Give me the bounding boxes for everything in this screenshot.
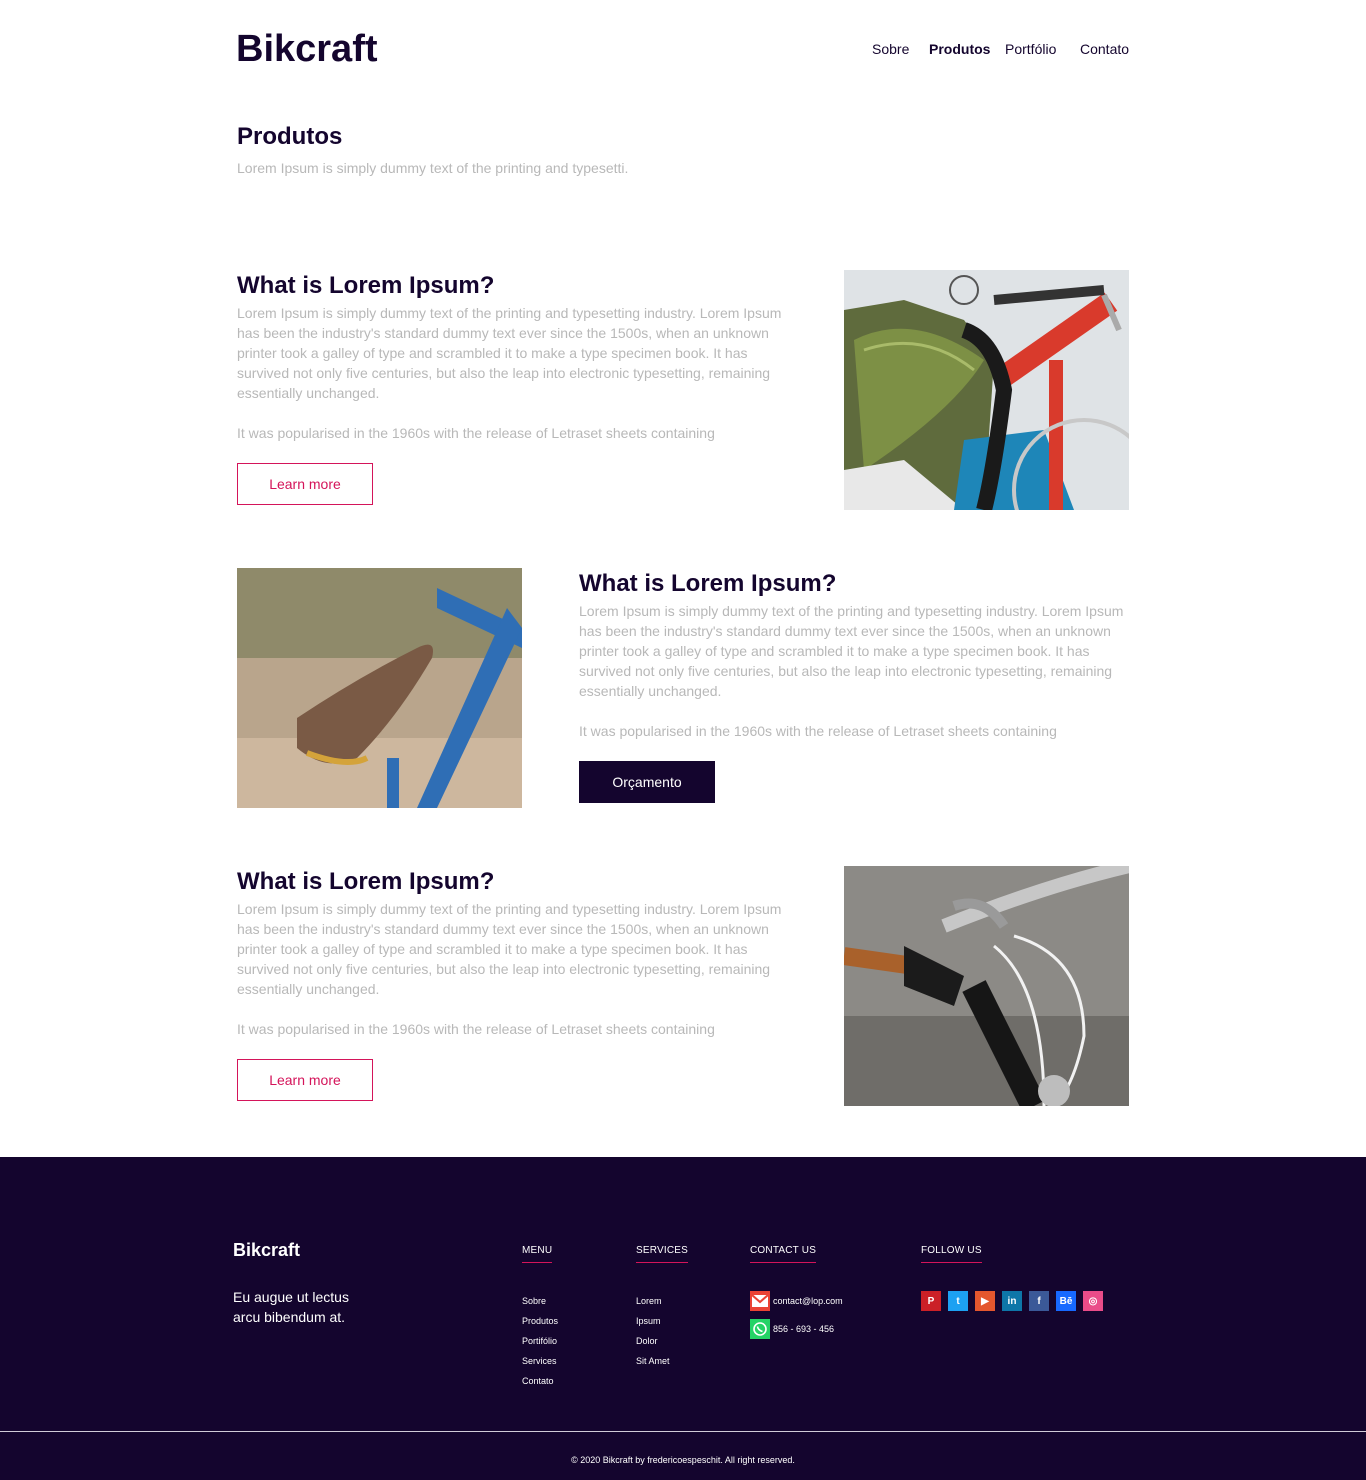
footer-divider bbox=[0, 1431, 1366, 1432]
product-description: Lorem Ipsum is simply dummy text of the … bbox=[579, 603, 1124, 699]
nav-link-contato[interactable]: Contato bbox=[1080, 41, 1129, 57]
product-image-bike-handlebar-mural bbox=[844, 270, 1129, 510]
footer-menu-link[interactable]: Produtos bbox=[522, 1311, 558, 1331]
footer-menu: MENU Sobre Produtos Portifólio Services … bbox=[522, 1240, 558, 1391]
footer-service-link[interactable]: Lorem bbox=[636, 1291, 688, 1311]
product-text-1: What is Lorem Ipsum? Lorem Ipsum is simp… bbox=[237, 271, 797, 505]
footer-service-link[interactable]: Sit Amet bbox=[636, 1351, 688, 1371]
footer-services: SERVICES Lorem Ipsum Dolor Sit Amet bbox=[636, 1240, 688, 1371]
dribbble-icon[interactable]: ◎ bbox=[1083, 1291, 1103, 1311]
linkedin-icon[interactable]: in bbox=[1002, 1291, 1022, 1311]
footer-logo[interactable]: Bikcraft bbox=[233, 1240, 300, 1261]
footer-service-link[interactable]: Ipsum bbox=[636, 1311, 688, 1331]
product-description-extra: It was popularised in the 1960s with the… bbox=[579, 723, 1057, 739]
learn-more-button[interactable]: Learn more bbox=[237, 1059, 373, 1101]
footer-services-heading: SERVICES bbox=[636, 1245, 688, 1263]
copyright: © 2020 Bikcraft by fredericoespeschit. A… bbox=[571, 1455, 795, 1465]
page-subtitle: Lorem Ipsum is simply dummy text of the … bbox=[237, 160, 629, 176]
footer-description: Eu augue ut lectus arcu bibendum at. bbox=[233, 1289, 349, 1325]
product-description-extra: It was popularised in the 1960s with the… bbox=[237, 1021, 715, 1037]
footer-contact-heading: CONTACT US bbox=[750, 1245, 817, 1263]
pinterest-icon[interactable]: P bbox=[921, 1291, 941, 1311]
product-text-3: What is Lorem Ipsum? Lorem Ipsum is simp… bbox=[237, 867, 797, 1101]
site-header: Bikcraft Sobre Produtos Portfólio Contat… bbox=[0, 0, 1366, 100]
quote-button[interactable]: Orçamento bbox=[579, 761, 715, 803]
footer-menu-link[interactable]: Contato bbox=[522, 1371, 558, 1391]
product-text-2: What is Lorem Ipsum? Lorem Ipsum is simp… bbox=[579, 569, 1139, 803]
product-title: What is Lorem Ipsum? bbox=[237, 272, 495, 299]
nav-link-sobre[interactable]: Sobre bbox=[872, 41, 909, 57]
facebook-icon[interactable]: f bbox=[1029, 1291, 1049, 1311]
product-title: What is Lorem Ipsum? bbox=[579, 570, 837, 597]
footer-social: FOLLOW US P t ▶ in f Bē ◎ bbox=[921, 1240, 1110, 1311]
footer-menu-link[interactable]: Services bbox=[522, 1351, 558, 1371]
product-title: What is Lorem Ipsum? bbox=[237, 868, 495, 895]
contact-phone[interactable]: 856 - 693 - 456 bbox=[750, 1319, 843, 1339]
contact-email-text: contact@lop.com bbox=[773, 1296, 843, 1306]
product-image-bike-saddle bbox=[237, 568, 522, 808]
contact-email[interactable]: contact@lop.com bbox=[750, 1291, 843, 1311]
nav-link-portfolio[interactable]: Portfólio bbox=[1005, 41, 1056, 57]
footer-contact: CONTACT US contact@lop.com 856 - 693 - 4… bbox=[750, 1240, 843, 1347]
site-footer: Bikcraft Eu augue ut lectus arcu bibendu… bbox=[0, 1157, 1366, 1480]
page-title: Produtos bbox=[237, 123, 343, 150]
footer-service-link[interactable]: Dolor bbox=[636, 1331, 688, 1351]
email-icon bbox=[750, 1291, 770, 1311]
twitter-icon[interactable]: t bbox=[948, 1291, 968, 1311]
product-image-bike-brake-lever bbox=[844, 866, 1129, 1106]
whatsapp-icon bbox=[750, 1319, 770, 1339]
learn-more-button[interactable]: Learn more bbox=[237, 463, 373, 505]
footer-menu-link[interactable]: Sobre bbox=[522, 1291, 558, 1311]
product-description: Lorem Ipsum is simply dummy text of the … bbox=[237, 901, 782, 997]
logo[interactable]: Bikcraft bbox=[236, 28, 378, 71]
nav-link-produtos[interactable]: Produtos bbox=[929, 41, 990, 57]
behance-icon[interactable]: Bē bbox=[1056, 1291, 1076, 1311]
footer-menu-heading: MENU bbox=[522, 1245, 553, 1263]
product-description-extra: It was popularised in the 1960s with the… bbox=[237, 425, 715, 441]
footer-follow-heading: FOLLOW US bbox=[921, 1245, 982, 1263]
footer-menu-link[interactable]: Portifólio bbox=[522, 1331, 558, 1351]
contact-phone-text: 856 - 693 - 456 bbox=[773, 1324, 835, 1334]
product-description: Lorem Ipsum is simply dummy text of the … bbox=[237, 305, 782, 401]
youtube-icon[interactable]: ▶ bbox=[975, 1291, 995, 1311]
